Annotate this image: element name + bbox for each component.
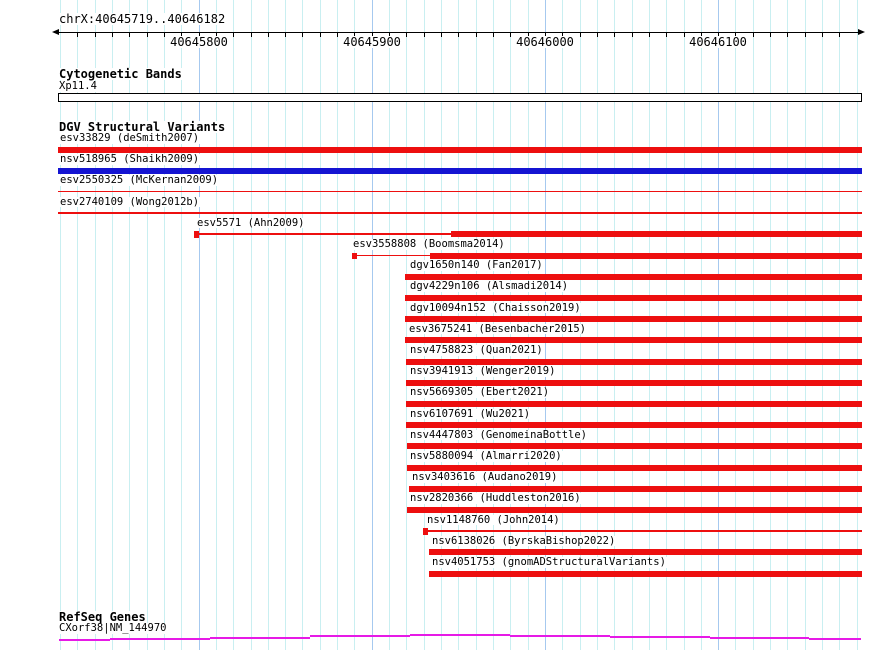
ruler-left-arrow-icon [52, 29, 59, 35]
variant-label[interactable]: dgv1650n140 (Fan2017) [409, 260, 544, 271]
variant-thin-line[interactable] [356, 255, 430, 257]
ruler-tick [787, 32, 788, 37]
variant-label[interactable]: nsv4447803 (GenomeinaBottle) [409, 430, 588, 441]
ruler-right-arrow-icon [858, 29, 865, 35]
ruler-tick [129, 32, 130, 37]
variant-label[interactable]: nsv4051753 (gnomADStructuralVariants) [431, 557, 667, 568]
variant-bar[interactable] [429, 571, 862, 577]
ruler-tick [164, 32, 165, 37]
gene-line-segment[interactable] [210, 637, 310, 639]
variant-bar[interactable] [405, 274, 862, 280]
variant-label[interactable]: nsv1148760 (John2014) [426, 515, 561, 526]
variant-label[interactable]: nsv5669305 (Ebert2021) [409, 387, 550, 398]
ruler-tick [684, 32, 685, 37]
region-title: chrX:40645719..40646182 [58, 13, 226, 25]
ruler-tick [493, 32, 494, 37]
variant-label[interactable]: nsv4758823 (Quan2021) [409, 345, 544, 356]
cytoband-label: Xp11.4 [58, 81, 98, 92]
variant-bar[interactable] [407, 465, 862, 471]
variant-bar[interactable] [58, 168, 862, 174]
variant-label[interactable]: nsv3403616 (Audano2019) [411, 472, 558, 483]
refseq-gene-label[interactable]: CXorf38|NM_144970 [58, 623, 167, 634]
variant-label[interactable]: esv2740109 (Wong2012b) [59, 197, 200, 208]
ruler-tick [822, 32, 823, 37]
variant-label[interactable]: esv3558808 (Boomsma2014) [352, 239, 506, 250]
ruler-tick [337, 32, 338, 37]
ruler-tick-label: 40645800 [169, 36, 229, 48]
variant-bar[interactable] [405, 295, 862, 301]
variant-thin-line[interactable] [198, 233, 451, 235]
ruler-tick [614, 32, 615, 37]
ruler-tick [424, 32, 425, 37]
ruler-tick [302, 32, 303, 37]
variant-label[interactable]: esv2550325 (McKernan2009) [59, 175, 219, 186]
ruler-tick [441, 32, 442, 37]
ruler-tick-label: 40646000 [515, 36, 575, 48]
ruler-tick [839, 32, 840, 37]
variant-thin-line[interactable] [58, 212, 862, 214]
variant-bar[interactable] [406, 359, 862, 365]
ruler-tick [95, 32, 96, 37]
ruler-tick [233, 32, 234, 37]
variant-bar[interactable] [58, 147, 862, 153]
variant-bar[interactable] [406, 422, 862, 428]
variant-label[interactable]: nsv6138026 (ByrskaBishop2022) [431, 536, 616, 547]
variant-bar[interactable] [406, 380, 862, 386]
ruler-tick [77, 32, 78, 37]
ruler-tick [458, 32, 459, 37]
gene-line-segment[interactable] [59, 639, 110, 641]
variant-label[interactable]: nsv2820366 (Huddleston2016) [409, 493, 582, 504]
variant-label[interactable]: nsv5880094 (Almarri2020) [409, 451, 563, 462]
ruler-tick-label: 40646100 [688, 36, 748, 48]
variant-label[interactable]: nsv3941913 (Wenger2019) [409, 366, 556, 377]
ruler-tick [147, 32, 148, 37]
variant-bar[interactable] [409, 486, 862, 492]
ruler-tick [632, 32, 633, 37]
ruler-tick [649, 32, 650, 37]
ruler-tick [251, 32, 252, 37]
variant-label[interactable]: dgv4229n106 (Alsmadi2014) [409, 281, 569, 292]
ruler-tick [597, 32, 598, 37]
ruler-tick [805, 32, 806, 37]
gene-line-segment[interactable] [410, 634, 510, 636]
variant-label[interactable]: dgv10094n152 (Chaisson2019) [409, 303, 582, 314]
ruler-tick [285, 32, 286, 37]
gene-line-segment[interactable] [310, 635, 410, 637]
ruler-tick [476, 32, 477, 37]
ruler-tick [406, 32, 407, 37]
variant-bar[interactable] [430, 253, 862, 259]
ruler-tick [753, 32, 754, 37]
variant-bar[interactable] [451, 231, 862, 237]
ruler-tick [580, 32, 581, 37]
ruler-tick [268, 32, 269, 37]
variant-label[interactable]: esv5571 (Ahn2009) [196, 218, 305, 229]
gene-line-segment[interactable] [710, 637, 809, 639]
gene-line-segment[interactable] [610, 636, 710, 638]
cytoband-track-header: Cytogenetic Bands [58, 68, 183, 80]
variant-bar[interactable] [407, 507, 862, 513]
variant-bar[interactable] [429, 549, 862, 555]
ruler-tick [510, 32, 511, 37]
gene-line-segment[interactable] [809, 638, 861, 640]
variant-thin-line[interactable] [427, 530, 862, 532]
ruler-tick [320, 32, 321, 37]
genome-browser-view: chrX:40645719..40646182 40645800 40645900… [0, 0, 890, 650]
variant-bar[interactable] [407, 443, 862, 449]
variant-bar[interactable] [405, 337, 862, 343]
ruler-tick [112, 32, 113, 37]
variant-bar[interactable] [405, 316, 862, 322]
variant-label[interactable]: esv3675241 (Besenbacher2015) [408, 324, 587, 335]
variant-bar[interactable] [406, 401, 862, 407]
gene-line-segment[interactable] [510, 635, 610, 637]
variant-label[interactable]: nsv518965 (Shaikh2009) [59, 154, 200, 165]
variant-label[interactable]: nsv6107691 (Wu2021) [409, 409, 531, 420]
variant-label[interactable]: esv33829 (deSmith2007) [59, 133, 200, 144]
variant-thin-line[interactable] [58, 191, 862, 193]
ruler-tick [666, 32, 667, 37]
cytoband-box [58, 93, 862, 102]
ruler-tick-label: 40645900 [342, 36, 402, 48]
ruler-tick [770, 32, 771, 37]
gene-line-segment[interactable] [110, 638, 210, 640]
